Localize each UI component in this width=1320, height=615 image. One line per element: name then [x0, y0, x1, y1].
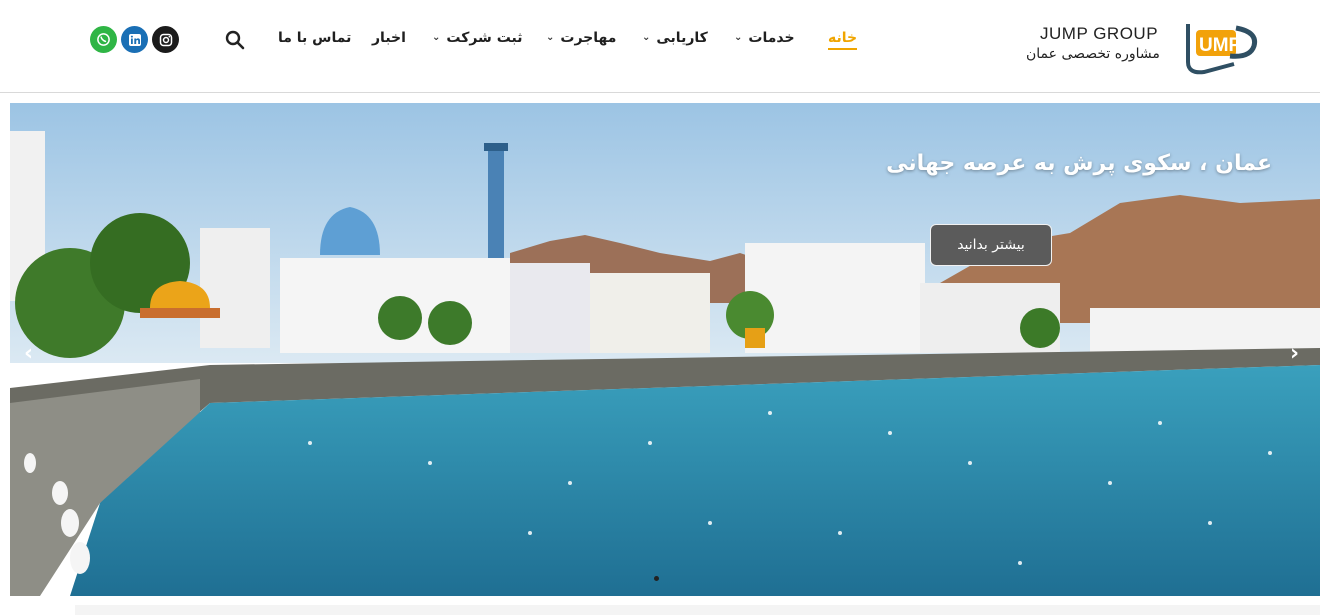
nav-immigration-label: مهاجرت	[560, 30, 617, 46]
nav-jobs-label: کاریابی	[656, 30, 708, 46]
content-strip	[75, 605, 1320, 615]
chevron-left-icon[interactable]: ‹	[24, 341, 33, 366]
logo-title: JUMP GROUP	[1040, 24, 1159, 43]
logo-mark: UMP	[1186, 24, 1258, 75]
nav-home-label: خانه	[828, 30, 858, 46]
nav-company-registration-label: ثبت شرکت	[446, 30, 523, 46]
chevron-right-icon[interactable]: ›	[1290, 341, 1299, 366]
nav-jobs[interactable]: ⌄ کاریابی	[642, 30, 708, 46]
search-icon[interactable]	[224, 29, 246, 51]
whatsapp-icon[interactable]	[90, 26, 117, 53]
nav-news-label: اخبار	[372, 30, 406, 46]
chevron-down-icon: ⌄	[642, 31, 651, 43]
site-header: خانه ⌄ خدمات ⌄ کاریابی ⌄ مهاجرت ⌄ ثبت شرکت ا…	[0, 0, 1320, 93]
nav-services[interactable]: ⌄ خدمات	[734, 30, 795, 46]
learn-more-button[interactable]: بیشتر بدانید	[930, 224, 1052, 266]
main-nav: خانه ⌄ خدمات ⌄ کاریابی ⌄ مهاجرت ⌄ ثبت شرکت ا…	[278, 28, 858, 54]
chevron-down-icon: ⌄	[546, 31, 555, 43]
nav-contact[interactable]: تماس با ما	[278, 30, 351, 46]
nav-company-registration[interactable]: ⌄ ثبت شرکت	[432, 30, 523, 46]
linkedin-icon[interactable]	[121, 26, 148, 53]
logo-mark-text: UMP	[1199, 35, 1242, 56]
chevron-down-icon: ⌄	[432, 31, 441, 43]
hero-slider: عمان ، سکوی پرش به عرصه جهانی بیشتر بدان…	[10, 103, 1320, 596]
logo-subtitle: مشاوره تخصصی عمان	[1026, 46, 1160, 62]
nav-contact-label: تماس با ما	[278, 30, 352, 46]
nav-services-label: خدمات	[748, 30, 795, 46]
instagram-icon[interactable]	[152, 26, 179, 53]
nav-news[interactable]: اخبار	[372, 30, 406, 46]
nav-immigration[interactable]: ⌄ مهاجرت	[546, 30, 616, 46]
nav-home[interactable]: خانه	[828, 30, 858, 50]
hero-title: عمان ، سکوی پرش به عرصه جهانی	[886, 151, 1272, 176]
site-logo[interactable]: JUMP GROUP مشاوره تخصصی عمان UMP	[1024, 18, 1264, 78]
hero-image	[10, 103, 1320, 596]
social-links	[90, 26, 179, 53]
chevron-down-icon: ⌄	[734, 31, 743, 43]
slider-dot[interactable]	[654, 576, 659, 581]
